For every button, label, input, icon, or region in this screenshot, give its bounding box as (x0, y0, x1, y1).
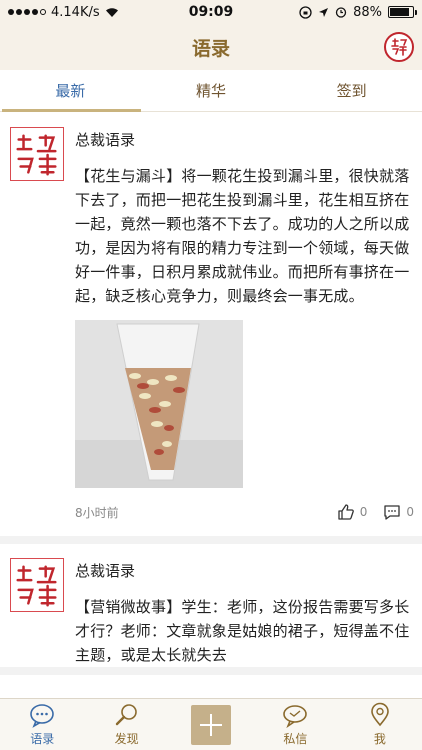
nav-bar: 语录 (0, 24, 422, 70)
bottom-tab-label: 语录 (30, 732, 55, 746)
bottom-tab-me[interactable]: 我 (338, 699, 422, 750)
comment-button[interactable]: 0 (383, 503, 414, 521)
battery-percent: 88% (353, 4, 382, 20)
bottom-tab-label: 私信 (283, 732, 308, 746)
tab-featured[interactable]: 精华 (141, 70, 282, 111)
bottom-tab-messages[interactable]: 私信 (253, 699, 337, 750)
chat-bubble-icon (30, 704, 55, 728)
feed-post[interactable]: 总裁语录 【营销微故事】学生：老师，这份报告需要写多长才行？老师：文章就象是姑娘… (0, 544, 422, 675)
seal-logo-icon (391, 38, 408, 56)
bottom-tab-discover[interactable]: 发现 (84, 699, 168, 750)
status-bar: 4.14K/s 09:09 88% (0, 0, 422, 24)
page-title: 语录 (191, 37, 230, 60)
bottom-tab-label: 我 (373, 732, 386, 746)
seal-logo-button[interactable] (384, 32, 414, 62)
rotation-lock-icon (299, 5, 312, 19)
post-text: 【花生与漏斗】将一颗花生投到漏斗里，很快就落下去了，而把一把花生投到漏斗里，花生… (75, 167, 410, 305)
comment-icon (384, 505, 401, 520)
post-footer: 8小时前 0 0 (75, 488, 414, 536)
post-timestamp: 8小时前 (75, 505, 119, 520)
post-text: 【营销微故事】学生：老师，这份报告需要写多长才行？老师：文章就象是姑娘的裙子，短… (75, 598, 410, 664)
network-speed: 4.14K/s (51, 4, 100, 20)
alarm-icon (335, 7, 347, 18)
tab-latest[interactable]: 最新 (0, 70, 141, 112)
thumbs-up-icon (338, 504, 354, 520)
tab-checkin[interactable]: 签到 (281, 70, 422, 111)
post-author[interactable]: 总裁语录 (75, 560, 414, 581)
bottom-tab-add[interactable] (169, 699, 253, 750)
avatar[interactable] (10, 127, 64, 181)
signal-strength-icon (8, 9, 46, 15)
bottom-tab-quotes[interactable]: 语录 (0, 699, 84, 750)
like-button[interactable]: 0 (337, 503, 368, 521)
status-right: 88% (264, 4, 417, 20)
battery-icon (388, 6, 417, 18)
location-arrow-icon (319, 7, 329, 17)
location-pin-icon (371, 702, 389, 727)
magnifier-icon (115, 704, 137, 726)
post-author[interactable]: 总裁语录 (75, 129, 414, 150)
bottom-tab-label: 发现 (114, 732, 139, 746)
funnel-image (75, 320, 243, 488)
post-body: 总裁语录 【营销微故事】学生：老师，这份报告需要写多长才行？老师：文章就象是姑娘… (75, 558, 414, 667)
add-icon (200, 713, 223, 736)
seal-avatar-icon (16, 134, 57, 176)
comment-count: 0 (406, 505, 414, 519)
like-count: 0 (359, 505, 368, 519)
wifi-icon (105, 7, 118, 17)
message-icon (283, 705, 308, 728)
feed-post[interactable]: 总裁语录 【花生与漏斗】将一颗花生投到漏斗里，很快就落下去了，而把一把花生投到漏… (0, 113, 422, 544)
post-body: 总裁语录 【花生与漏斗】将一颗花生投到漏斗里，很快就落下去了，而把一把花生投到漏… (75, 127, 414, 536)
status-left: 4.14K/s (8, 5, 158, 20)
bottom-tab-bar: 语录 发现 私信 我 (0, 698, 422, 750)
avatar[interactable] (10, 558, 64, 612)
battery-fill (390, 8, 410, 16)
post-image[interactable] (75, 320, 243, 488)
feed-list[interactable]: 总裁语录 【花生与漏斗】将一颗花生投到漏斗里，很快就落下去了，而把一把花生投到漏… (0, 113, 422, 698)
seal-avatar-icon (16, 565, 57, 607)
add-button[interactable] (191, 704, 232, 745)
status-time: 09:09 (188, 4, 234, 20)
segment-tabs: 最新 精华 签到 (0, 70, 422, 112)
